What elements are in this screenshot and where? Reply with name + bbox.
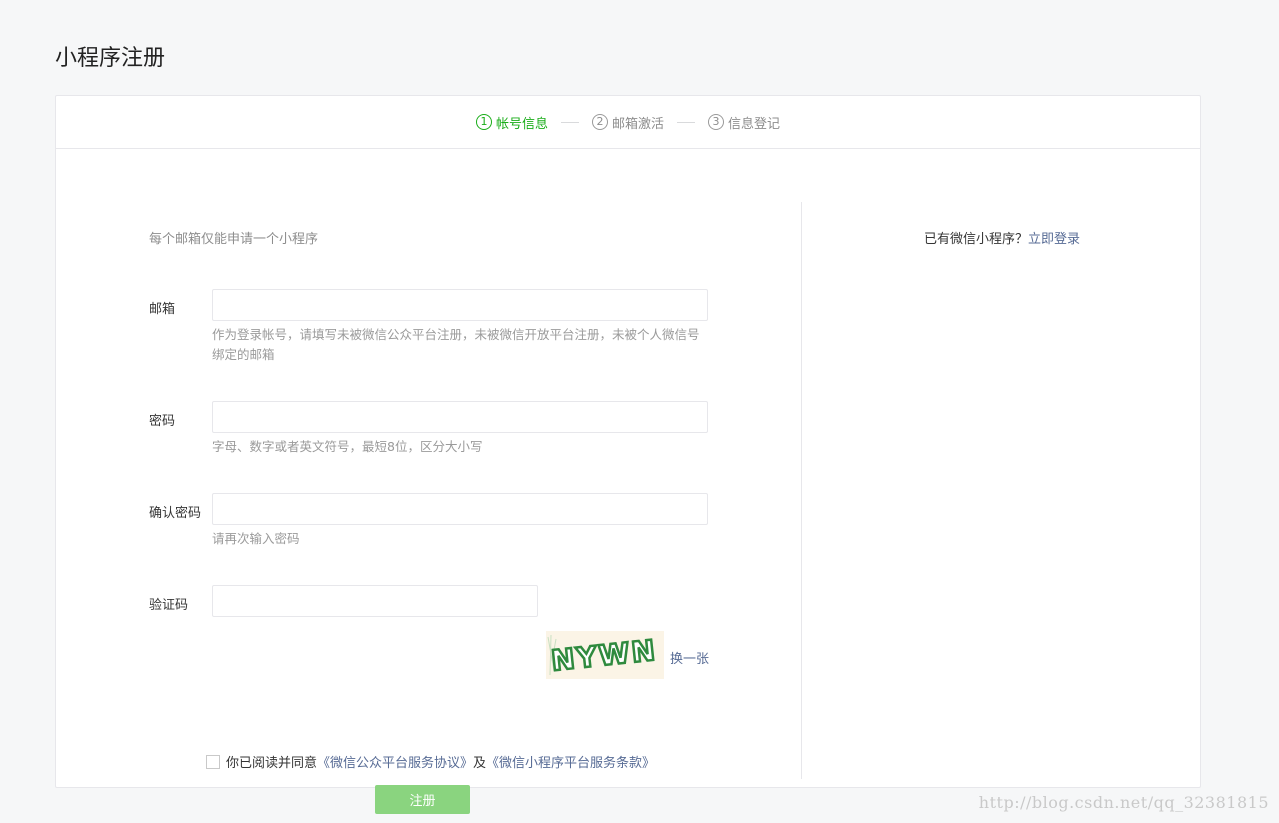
form-tips: 每个邮箱仅能申请一个小程序 [149,232,319,247]
email-label: 邮箱 [149,302,176,317]
step-label: 邮箱激活 [611,116,664,132]
register-form: 每个邮箱仅能申请一个小程序 邮箱 作为登录帐号，请填写未被微信公众平台注册，未被… [56,150,801,814]
step-label: 帐号信息 [495,116,548,132]
step-connector [677,121,695,123]
register-button[interactable]: 注册 [375,785,470,814]
step-indicator: 1 帐号信息 2 邮箱激活 3 信息登记 [56,96,1200,149]
email-hint: 作为登录帐号，请填写未被微信公众平台注册，未被微信开放平台注册，未被个人微信号绑… [212,327,700,362]
agreement-prefix: 你已阅读并同意 [226,756,318,771]
agreement-checkbox[interactable] [206,754,220,769]
step-number-1: 1 [475,114,492,130]
password-label: 密码 [149,414,176,429]
column-divider [801,202,802,779]
step-number-2: 2 [591,114,608,130]
login-link[interactable]: 立即登录 [1028,232,1080,247]
step-number-3: 3 [708,114,724,130]
miniprogram-terms-link[interactable]: 《微信小程序平台服务条款》 [486,752,655,771]
password-field[interactable] [212,401,708,433]
captcha-label: 验证码 [149,598,189,613]
service-agreement-link[interactable]: 《微信公众平台服务协议》 [317,752,473,771]
step-info-registration: 3 信息登记 [708,113,780,132]
step-connector [560,121,579,123]
captcha-refresh-link[interactable]: 换一张 [670,648,709,667]
step-email-activation: 2 邮箱激活 [591,113,664,132]
captcha-input[interactable] [212,585,538,617]
agreement-and: 及 [473,756,487,771]
step-account-info: 1 帐号信息 [475,113,548,132]
password-hint: 字母、数字或者英文符号，最短8位，区分大小写 [212,439,483,454]
page-title: 小程序注册 [55,46,166,71]
captcha-image[interactable]: NYWN [546,631,664,679]
confirm-password-field[interactable] [212,493,708,525]
agreement-row: 你已阅读并同意 《微信公众平台服务协议》 及 《微信小程序平台服务条款》 [206,752,655,771]
register-card: 1 帐号信息 2 邮箱激活 3 信息登记 每个邮箱仅能申请一个小程序 邮箱 作为… [55,95,1202,814]
watermark: http://blog.csdn.net/qq_32381815 [978,793,1269,812]
login-question: 已有微信小程序？ [923,232,1028,247]
login-tip: 已有微信小程序？立即登录 [802,228,1202,247]
confirm-password-label: 确认密码 [149,506,202,521]
confirm-password-hint: 请再次输入密码 [212,531,300,546]
step-label: 信息登记 [728,116,781,132]
email-field[interactable] [212,289,708,321]
